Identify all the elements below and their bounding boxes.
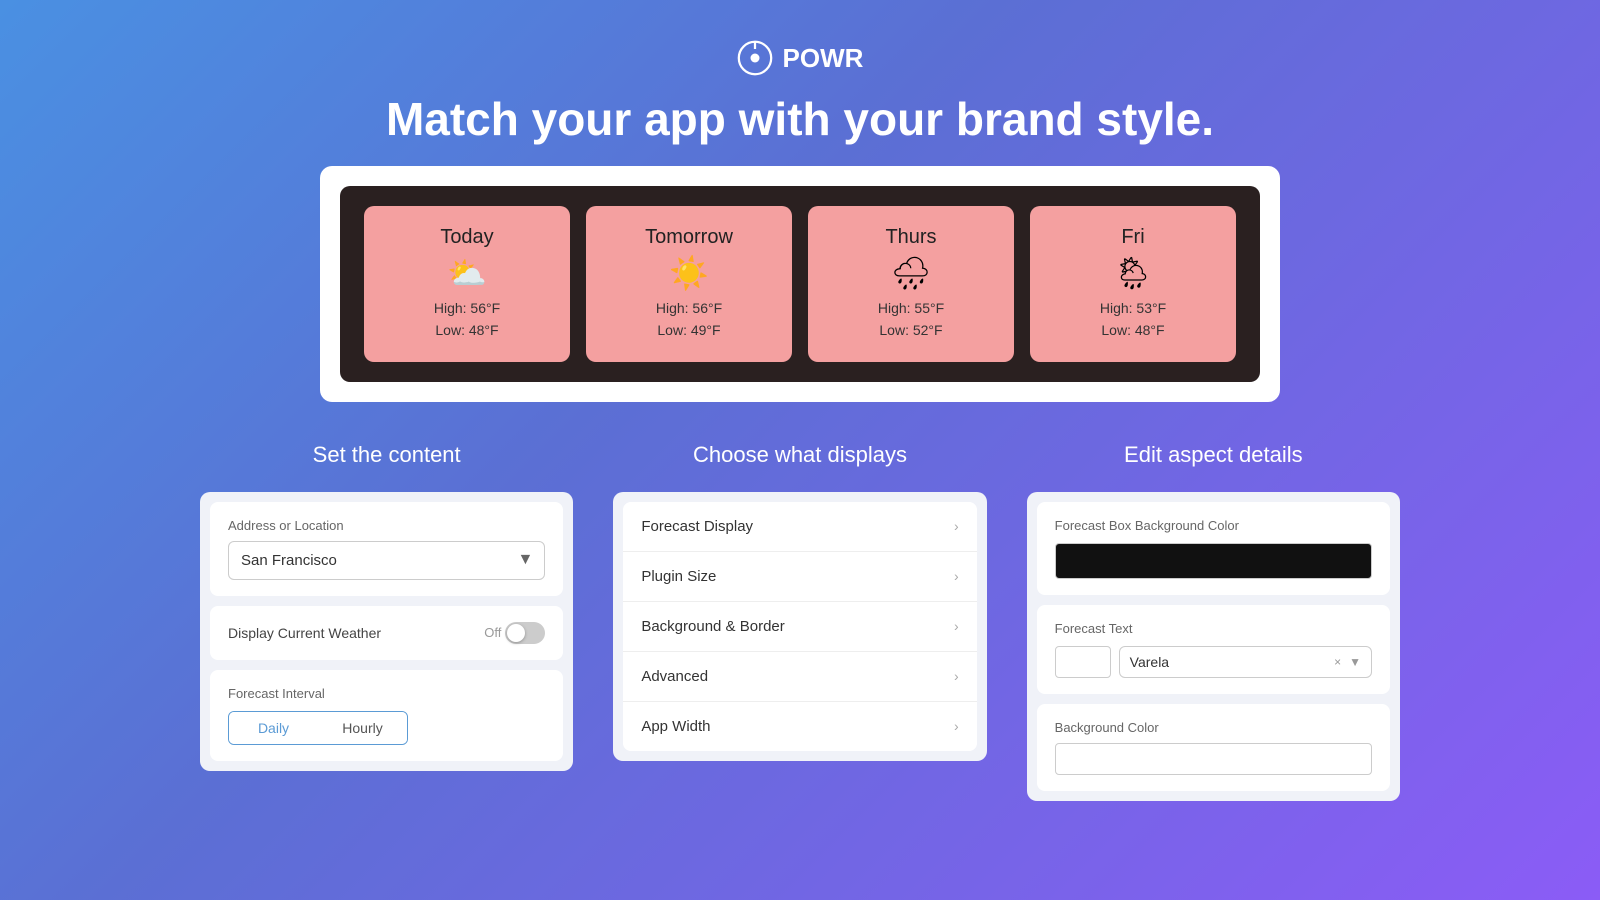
forecast-icon: 🌧 xyxy=(891,257,932,289)
bg-color-label: Background Color xyxy=(1055,720,1372,735)
box-bg-color-block: Forecast Box Background Color xyxy=(1037,502,1390,595)
content-section: Set the content Address or Location San … xyxy=(200,442,573,771)
menu-item-label: Plugin Size xyxy=(641,568,716,585)
menu-chevron-icon: › xyxy=(954,518,959,534)
forecast-temps: High: 56°FLow: 49°F xyxy=(656,297,722,342)
preview-container: Today ⛅ High: 56°FLow: 48°F Tomorrow ☀️ … xyxy=(320,166,1280,402)
forecast-day: Fri xyxy=(1121,226,1144,249)
menu-list: Forecast Display › Plugin Size › Backgro… xyxy=(623,502,976,751)
menu-chevron-icon: › xyxy=(954,668,959,684)
forecast-card: Tomorrow ☀️ High: 56°FLow: 49°F xyxy=(586,206,792,362)
interval-block: Forecast Interval Daily Hourly xyxy=(210,670,563,761)
address-label: Address or Location xyxy=(228,518,545,533)
menu-chevron-icon: › xyxy=(954,718,959,734)
forecast-card: Fri 🌦 High: 53°FLow: 48°F xyxy=(1030,206,1236,362)
menu-chevron-icon: › xyxy=(954,568,959,584)
display-section: Choose what displays Forecast Display › … xyxy=(613,442,986,761)
forecast-temps: High: 55°FLow: 52°F xyxy=(878,297,944,342)
hero-title: Match your app with your brand style. xyxy=(386,92,1214,146)
font-select-x-icon[interactable]: × xyxy=(1334,655,1341,669)
menu-chevron-icon: › xyxy=(954,618,959,634)
bg-color-block: Background Color xyxy=(1037,704,1390,791)
box-bg-color-swatch[interactable] xyxy=(1055,543,1372,579)
location-select[interactable]: San Francisco xyxy=(228,541,545,580)
forecast-temps: High: 53°FLow: 48°F xyxy=(1100,297,1166,342)
edit-section: Edit aspect details Forecast Box Backgro… xyxy=(1027,442,1400,801)
sections-row: Set the content Address or Location San … xyxy=(200,442,1400,801)
forecast-temps: High: 56°FLow: 48°F xyxy=(434,297,500,342)
address-select-wrapper[interactable]: San Francisco ▼ xyxy=(228,541,545,580)
header: POWR Match your app with your brand styl… xyxy=(386,0,1214,146)
content-section-card: Address or Location San Francisco ▼ Disp… xyxy=(200,492,573,771)
display-section-card: Forecast Display › Plugin Size › Backgro… xyxy=(613,492,986,761)
edit-section-card: Forecast Box Background Color Forecast T… xyxy=(1027,492,1400,801)
menu-item-label: App Width xyxy=(641,718,710,735)
forecast-day: Thurs xyxy=(885,226,936,249)
menu-item[interactable]: App Width › xyxy=(623,702,976,751)
logo-icon xyxy=(737,40,773,76)
logo: POWR xyxy=(737,40,864,76)
font-select-inner[interactable]: Varela × ▼ xyxy=(1119,646,1372,678)
edit-section-title: Edit aspect details xyxy=(1124,442,1303,468)
forecast-strip: Today ⛅ High: 56°FLow: 48°F Tomorrow ☀️ … xyxy=(340,186,1260,382)
forecast-day: Today xyxy=(440,226,493,249)
forecast-icon: ☀️ xyxy=(669,257,709,289)
menu-item[interactable]: Background & Border › xyxy=(623,602,976,652)
hourly-button[interactable]: Hourly xyxy=(318,712,407,744)
display-current-block: Display Current Weather Off xyxy=(210,606,563,660)
content-section-title: Set the content xyxy=(313,442,461,468)
display-current-label: Display Current Weather xyxy=(228,625,381,641)
toggle-wrap[interactable]: Off xyxy=(484,622,545,644)
bg-color-swatch[interactable] xyxy=(1055,743,1372,775)
forecast-card: Thurs 🌧 High: 55°FLow: 52°F xyxy=(808,206,1014,362)
menu-item[interactable]: Plugin Size › xyxy=(623,552,976,602)
menu-item-label: Forecast Display xyxy=(641,518,753,535)
daily-button[interactable]: Daily xyxy=(229,712,318,744)
display-section-title: Choose what displays xyxy=(693,442,907,468)
address-block: Address or Location San Francisco ▼ xyxy=(210,502,563,596)
toggle-knob xyxy=(507,624,525,642)
forecast-text-label: Forecast Text xyxy=(1055,621,1372,636)
font-name: Varela xyxy=(1130,654,1169,670)
menu-item-label: Advanced xyxy=(641,668,708,685)
menu-item-label: Background & Border xyxy=(641,618,784,635)
toggle-row: Display Current Weather Off xyxy=(228,622,545,644)
forecast-card: Today ⛅ High: 56°FLow: 48°F xyxy=(364,206,570,362)
menu-item[interactable]: Forecast Display › xyxy=(623,502,976,552)
toggle-off-text: Off xyxy=(484,625,501,640)
forecast-text-block: Forecast Text Varela × ▼ xyxy=(1037,605,1390,694)
menu-item[interactable]: Advanced › xyxy=(623,652,976,702)
interval-buttons: Daily Hourly xyxy=(228,711,408,745)
font-row: Varela × ▼ xyxy=(1055,646,1372,678)
interval-label: Forecast Interval xyxy=(228,686,545,701)
forecast-icon: 🌦 xyxy=(1113,257,1154,289)
forecast-day: Tomorrow xyxy=(645,226,733,249)
box-bg-color-label: Forecast Box Background Color xyxy=(1055,518,1372,533)
font-select-chevron-icon: ▼ xyxy=(1349,655,1361,669)
display-current-toggle[interactable] xyxy=(505,622,545,644)
forecast-icon: ⛅ xyxy=(447,257,487,289)
font-color-swatch[interactable] xyxy=(1055,646,1111,678)
brand-name: POWR xyxy=(783,43,864,74)
